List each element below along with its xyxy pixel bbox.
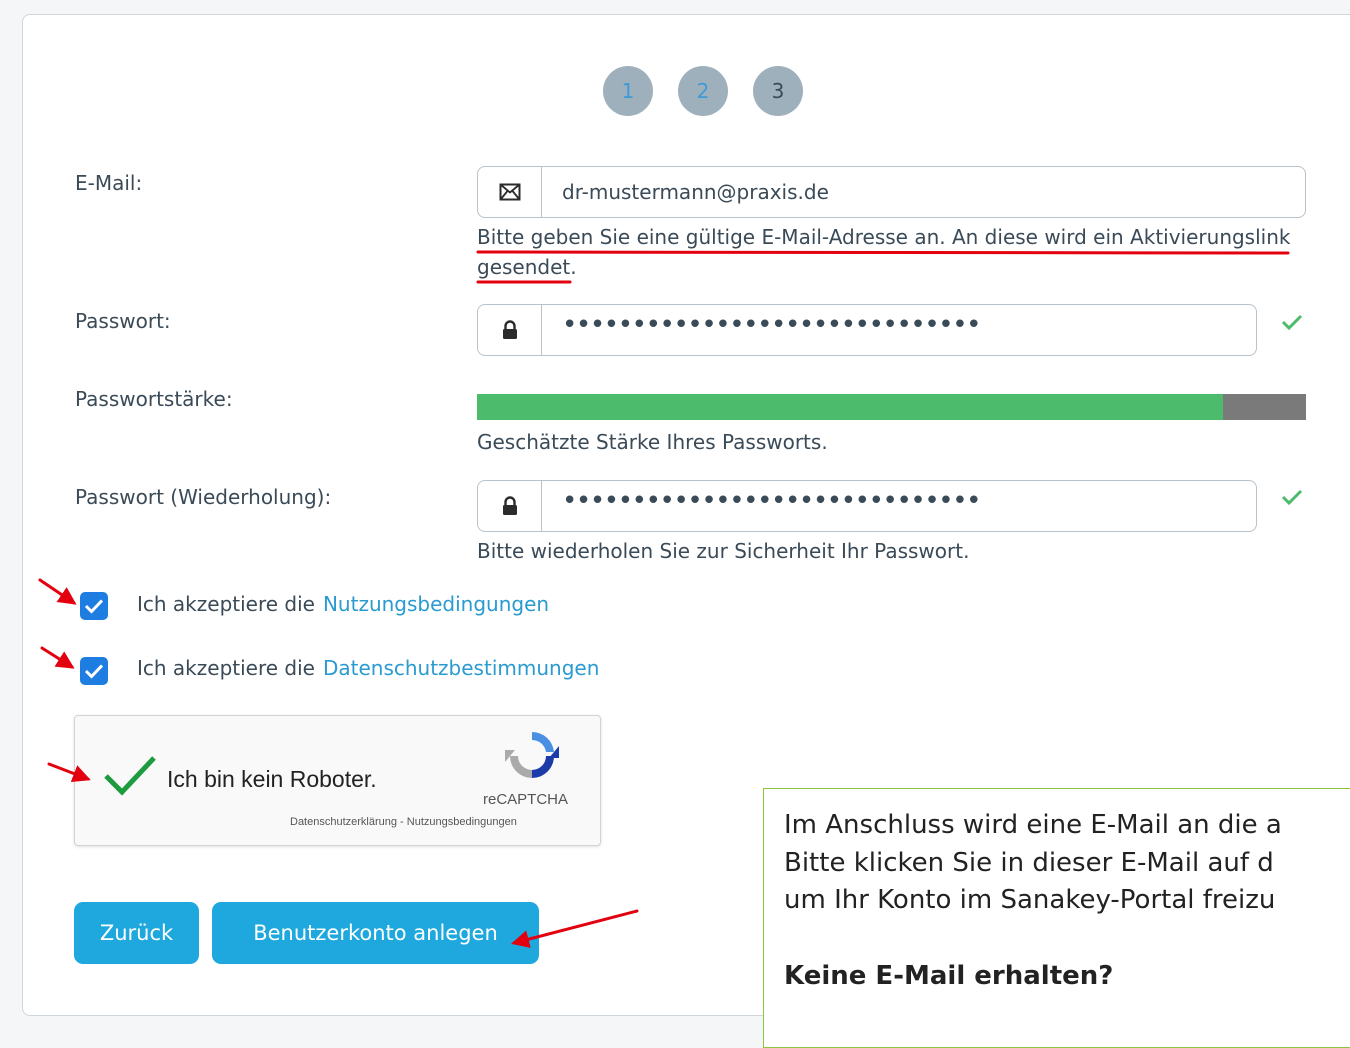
step-3-indicator: 3: [753, 66, 803, 116]
email-label: E-Mail:: [75, 171, 143, 195]
email-field[interactable]: dr-mustermann@praxis.de: [542, 167, 1305, 217]
password-label: Passwort:: [75, 309, 171, 333]
checkmark-icon: [84, 599, 104, 614]
terms-link[interactable]: Nutzungsbedingungen: [323, 592, 549, 616]
email-input-group[interactable]: dr-mustermann@praxis.de: [477, 166, 1306, 218]
back-button[interactable]: Zurück: [74, 902, 199, 964]
terms-checkbox[interactable]: [80, 592, 108, 620]
note-line-1: Im Anschluss wird eine E-Mail an die a: [784, 810, 1282, 840]
envelope-icon: [478, 167, 542, 217]
privacy-text: Ich akzeptiere die Datenschutzbestimmunge…: [137, 656, 599, 680]
email-help-line2: gesendet.: [477, 255, 577, 279]
password-input-group[interactable]: ••••••••••••••••••••••••••••••: [477, 304, 1257, 356]
recaptcha-logo-icon: [505, 731, 559, 778]
strength-label: Passwortstärke:: [75, 387, 233, 411]
strength-help: Geschätzte Stärke Ihres Passworts.: [477, 430, 828, 454]
password-field[interactable]: ••••••••••••••••••••••••••••••: [542, 305, 1256, 355]
note-line-3: um Ihr Konto im Sanakey-Portal freizu: [784, 885, 1276, 916]
privacy-prefix: Ich akzeptiere die: [137, 656, 315, 680]
recaptcha-footer[interactable]: Datenschutzerklärung - Nutzungsbedingung…: [290, 816, 517, 828]
terms-text: Ich akzeptiere die Nutzungsbedingungen: [137, 592, 549, 616]
recaptcha-brand: reCAPTCHA: [483, 791, 569, 808]
password-strength-fill: [477, 394, 1224, 420]
step-1-indicator: 1: [603, 66, 653, 116]
password-repeat-input-group[interactable]: ••••••••••••••••••••••••••••••: [477, 480, 1257, 532]
note-line-2: Bitte klicken Sie in dieser E-Mail auf d: [784, 847, 1274, 878]
password-repeat-field[interactable]: ••••••••••••••••••••••••••••••: [542, 481, 1256, 531]
recaptcha-label: Ich bin kein Roboter.: [167, 766, 377, 792]
lock-icon: [478, 305, 542, 355]
password-valid-check-icon: [1281, 314, 1303, 331]
note-heading: Keine E-Mail erhalten?: [784, 961, 1114, 992]
lock-icon: [478, 481, 542, 531]
terms-prefix: Ich akzeptiere die: [137, 592, 315, 616]
checkmark-icon: [84, 664, 104, 679]
create-account-button[interactable]: Benutzerkonto anlegen: [212, 902, 539, 964]
privacy-checkbox[interactable]: [80, 657, 108, 685]
password-repeat-help: Bitte wiederholen Sie zur Sicherheit Ihr…: [477, 539, 970, 563]
password-strength-bar: [477, 394, 1306, 420]
password-repeat-label: Passwort (Wiederholung):: [75, 485, 332, 509]
instruction-note: Im Anschluss wird eine E-Mail an die a B…: [763, 788, 1350, 1048]
recaptcha-widget: Ich bin kein Roboter. reCAPTCHA Datensch…: [74, 715, 601, 846]
privacy-link[interactable]: Datenschutzbestimmungen: [323, 656, 599, 680]
recaptcha-checkmark-icon[interactable]: [103, 754, 157, 796]
password-repeat-valid-check-icon: [1281, 489, 1303, 506]
email-help-line1: Bitte geben Sie eine gültige E-Mail-Adre…: [477, 225, 1291, 249]
step-2-indicator: 2: [678, 66, 728, 116]
